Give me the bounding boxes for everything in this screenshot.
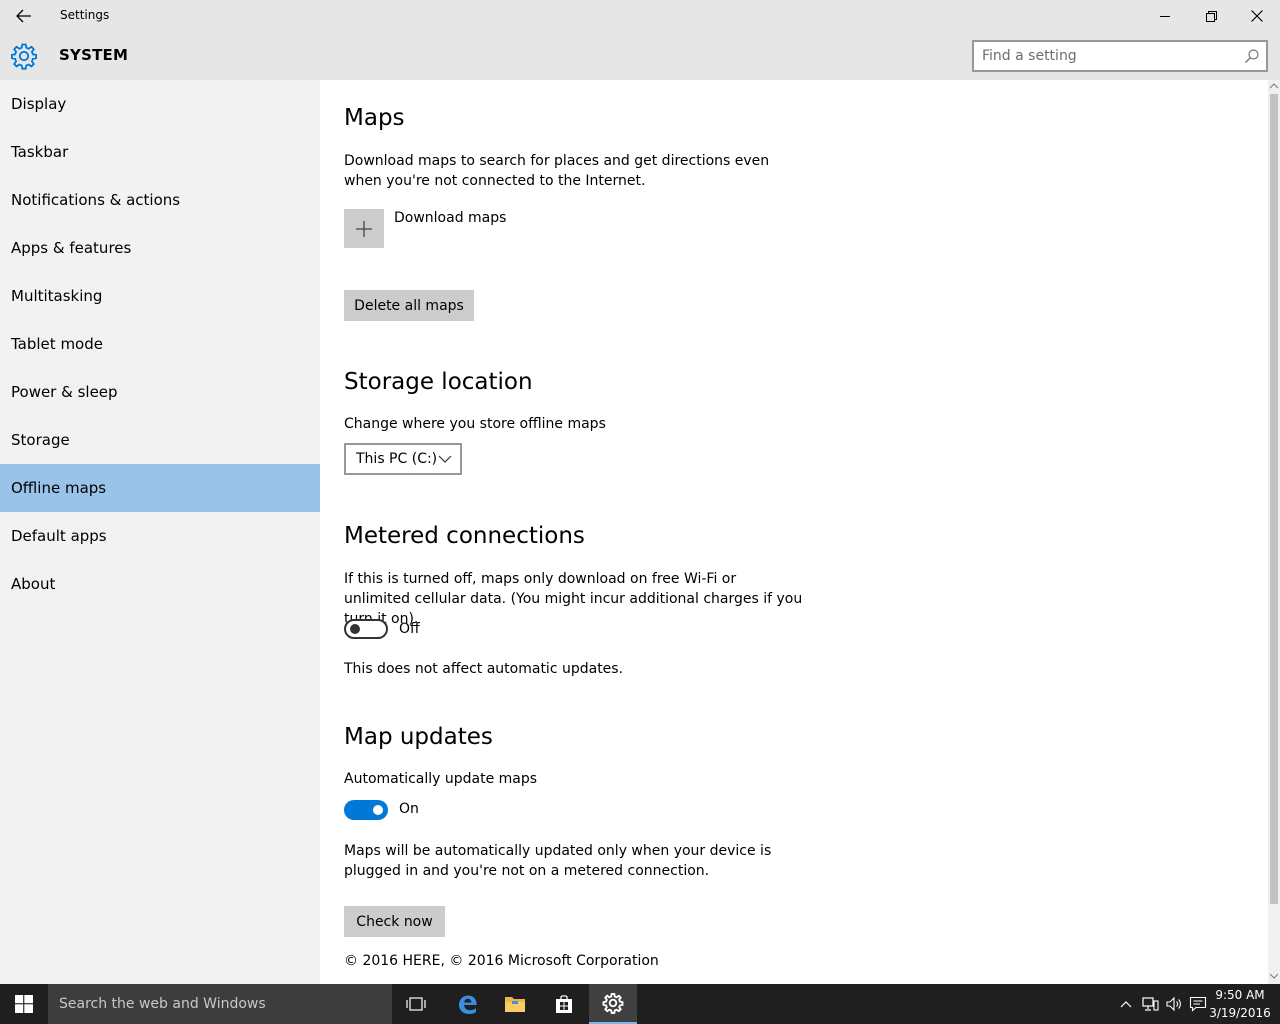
- sidebar-item-tablet-mode[interactable]: Tablet mode: [0, 320, 320, 368]
- speaker-icon: [1166, 996, 1181, 1012]
- edge-app-button[interactable]: [443, 984, 491, 1024]
- storage-selected-value: This PC (C:): [356, 451, 438, 467]
- metered-note: This does not affect automatic updates.: [344, 661, 624, 677]
- settings-app-button[interactable]: [589, 984, 637, 1024]
- sidebar-item-display[interactable]: Display: [0, 80, 320, 128]
- back-button[interactable]: [0, 0, 48, 32]
- updates-label: Automatically update maps: [344, 771, 538, 787]
- show-hidden-icons-button[interactable]: [1117, 996, 1135, 1012]
- search-input[interactable]: [982, 46, 1242, 66]
- sidebar-item-label: Offline maps: [11, 479, 107, 497]
- settings-gear-icon: [602, 993, 624, 1014]
- network-icon: [1142, 997, 1159, 1011]
- taskbar-search-input[interactable]: [59, 994, 379, 1014]
- plus-icon: [356, 220, 372, 237]
- folder-icon: [505, 997, 525, 1012]
- start-button[interactable]: [0, 984, 48, 1024]
- delete-all-maps-button[interactable]: Delete all maps: [344, 290, 474, 321]
- chevron-up-icon: [1120, 1001, 1132, 1008]
- sidebar-item-label: Storage: [11, 431, 70, 449]
- toggle-knob: [373, 805, 383, 815]
- section-title: SYSTEM: [59, 46, 129, 64]
- auto-update-toggle[interactable]: [344, 800, 388, 820]
- search-icon[interactable]: [1244, 48, 1260, 64]
- close-icon: [1251, 10, 1263, 22]
- download-maps-button[interactable]: [344, 209, 384, 248]
- store-app-button[interactable]: [540, 984, 588, 1024]
- taskbar-clock[interactable]: 9:50 AM 3/19/2016: [1206, 986, 1274, 1022]
- metered-toggle[interactable]: [344, 619, 388, 639]
- sidebar-item-default-apps[interactable]: Default apps: [0, 512, 320, 560]
- sidebar-item-label: Power & sleep: [11, 383, 118, 401]
- sidebar-item-multitasking[interactable]: Multitasking: [0, 272, 320, 320]
- clock-time: 9:50 AM: [1215, 988, 1265, 1002]
- copyright-text: © 2016 HERE, © 2016 Microsoft Corporatio…: [344, 953, 659, 969]
- sidebar-item-label: Apps & features: [11, 239, 132, 257]
- toggle-knob: [350, 624, 360, 634]
- main-content: Maps Download maps to search for places …: [320, 80, 1268, 984]
- auto-update-toggle-state: On: [399, 801, 419, 817]
- sidebar-item-label: Notifications & actions: [11, 191, 181, 209]
- maps-description: Download maps to search for places and g…: [344, 153, 770, 189]
- sidebar-item-label: Multitasking: [11, 287, 103, 305]
- network-tray-icon[interactable]: [1141, 996, 1159, 1012]
- caret-up-icon: [1270, 83, 1278, 89]
- clock-date: 3/19/2016: [1209, 1006, 1271, 1020]
- sidebar-item-taskbar[interactable]: Taskbar: [0, 128, 320, 176]
- maps-heading: Maps: [344, 105, 405, 131]
- sidebar-item-apps-features[interactable]: Apps & features: [0, 224, 320, 272]
- notification-icon: [1189, 996, 1207, 1012]
- scroll-down-button[interactable]: [1268, 970, 1280, 982]
- settings-header: SYSTEM: [0, 32, 1280, 80]
- sidebar: Display Taskbar Notifications & actions …: [0, 80, 320, 984]
- back-arrow-icon: [16, 9, 31, 23]
- file-explorer-button[interactable]: [491, 984, 539, 1024]
- caret-down-icon: [1270, 973, 1278, 979]
- sidebar-item-storage[interactable]: Storage: [0, 416, 320, 464]
- metered-heading: Metered connections: [344, 523, 585, 549]
- taskbar-search-box[interactable]: [48, 984, 392, 1024]
- updates-heading: Map updates: [344, 724, 493, 750]
- storage-label: Change where you store offline maps: [344, 416, 606, 432]
- sidebar-item-label: Default apps: [11, 527, 107, 545]
- minimize-icon: [1160, 16, 1170, 17]
- storage-heading: Storage location: [344, 369, 533, 395]
- task-view-icon: [406, 997, 426, 1011]
- windows-logo-icon: [15, 995, 33, 1013]
- scroll-up-button[interactable]: [1268, 80, 1280, 92]
- store-bag-icon: [556, 995, 572, 1013]
- task-view-button[interactable]: [392, 984, 440, 1024]
- sidebar-item-label: Taskbar: [11, 143, 69, 161]
- sidebar-item-offline-maps[interactable]: Offline maps: [0, 464, 320, 512]
- scroll-thumb[interactable]: [1270, 94, 1278, 904]
- download-maps-label[interactable]: Download maps: [394, 210, 506, 226]
- title-bar: Settings: [0, 0, 1280, 32]
- window-title: Settings: [60, 8, 110, 22]
- metered-toggle-state: Off: [399, 621, 420, 637]
- volume-tray-icon[interactable]: [1165, 996, 1183, 1012]
- restore-button[interactable]: [1188, 0, 1234, 32]
- gear-icon: [11, 43, 37, 70]
- metered-description: If this is turned off, maps only downloa…: [344, 571, 803, 627]
- sidebar-item-about[interactable]: About: [0, 560, 320, 608]
- sidebar-item-notifications[interactable]: Notifications & actions: [0, 176, 320, 224]
- updates-description: Maps will be automatically updated only …: [344, 843, 772, 879]
- sidebar-item-label: Tablet mode: [11, 335, 103, 353]
- close-button[interactable]: [1234, 0, 1280, 32]
- vertical-scrollbar[interactable]: [1268, 80, 1280, 984]
- action-center-button[interactable]: [1189, 996, 1207, 1012]
- taskbar: 9:50 AM 3/19/2016: [0, 984, 1280, 1024]
- search-box[interactable]: [972, 40, 1268, 72]
- sidebar-item-label: Display: [11, 95, 67, 113]
- sidebar-item-power-sleep[interactable]: Power & sleep: [0, 368, 320, 416]
- check-now-button[interactable]: Check now: [344, 906, 445, 937]
- storage-dropdown[interactable]: This PC (C:): [344, 443, 462, 475]
- minimize-button[interactable]: [1142, 0, 1188, 32]
- restore-icon: [1205, 10, 1217, 22]
- chevron-down-icon: [438, 455, 452, 463]
- sidebar-item-label: About: [11, 575, 56, 593]
- edge-browser-icon: [459, 995, 477, 1014]
